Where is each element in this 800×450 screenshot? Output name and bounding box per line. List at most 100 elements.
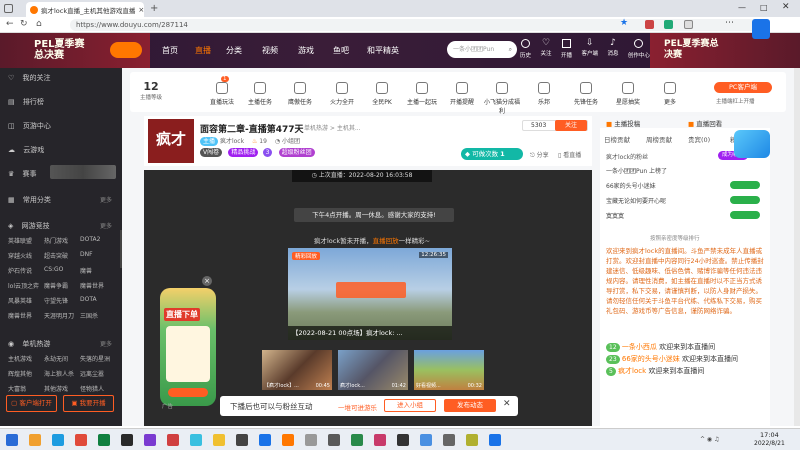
nav-pubg[interactable]: 和平精英 xyxy=(367,45,399,56)
chat-username[interactable]: 疯才lock xyxy=(618,367,646,375)
thumb-1[interactable]: 【疯才lock】... 00:45 xyxy=(262,350,332,390)
rank-item[interactable]: 宝藏无论如何要开心呢 xyxy=(606,196,766,211)
taskbar-app-icon[interactable] xyxy=(29,434,41,446)
search-icon[interactable]: ⌕ xyxy=(509,41,512,58)
taskbar-app-icon[interactable] xyxy=(282,434,294,446)
action-creator[interactable]: 创作中心 xyxy=(628,37,650,65)
favorite-star-icon[interactable]: ★ xyxy=(620,18,628,28)
net-9[interactable]: lol云顶之弈 xyxy=(8,281,44,290)
net-3[interactable]: 穿越火线 xyxy=(8,251,44,260)
streamer-avatar[interactable]: 疯才 xyxy=(148,119,194,163)
back-icon[interactable]: ← xyxy=(6,19,14,29)
browser-tab[interactable]: 疯才lock直播_主机其他游戏直播 × xyxy=(26,2,144,17)
tray-icons[interactable]: ^ ◉ ♫ xyxy=(700,436,719,443)
single-2[interactable]: 失落的星洲 xyxy=(80,354,116,363)
sidebar-item-rank[interactable]: ▤ 排行榜 xyxy=(8,97,44,107)
toolbar-item-1[interactable]: 主播任务 xyxy=(240,82,280,106)
tag-challenge[interactable]: 精品挑战 xyxy=(228,148,259,157)
nav-category[interactable]: 分类 xyxy=(226,45,242,56)
url-field[interactable]: https://www.douyu.com/287114 xyxy=(70,19,760,31)
single-more-link[interactable]: 更多 xyxy=(100,339,112,348)
tab-replay[interactable]: ■ 直播回看 xyxy=(688,118,722,128)
pc-client-button[interactable]: PC客户端 xyxy=(714,82,772,93)
net-13[interactable]: 守望先锋 xyxy=(44,296,80,305)
sidebar-item-follow[interactable]: ♡ 我的关注 xyxy=(8,73,51,83)
interaction-link[interactable]: 一堆可进游乐 xyxy=(338,402,377,412)
go-live-button[interactable]: ▣ 我要开播 xyxy=(63,395,114,412)
streamer-level[interactable]: 12 主播等级 xyxy=(140,80,162,101)
rank-item[interactable]: 66家的头号小迷妹 xyxy=(606,181,766,196)
net-4[interactable]: 超击突破 xyxy=(44,251,80,260)
extension-icon-2[interactable] xyxy=(664,20,673,29)
replay-card[interactable]: 精彩回放 12:26:35 【2022-08-21 00点场】疯才lock: .… xyxy=(288,248,452,340)
net-11[interactable]: 魔兽世界 xyxy=(80,281,116,290)
toolbar-item-2[interactable]: 鹰傲任务 xyxy=(280,82,320,106)
toolbar-item-5[interactable]: 主播一起玩 xyxy=(402,82,442,106)
join-group-button[interactable]: 进入小组 xyxy=(384,399,436,412)
toolbar-item-6[interactable]: 开播提醒 xyxy=(442,82,482,106)
new-tab-button[interactable]: + xyxy=(150,3,158,14)
action-client[interactable]: ⇩ 客户端 xyxy=(581,37,598,65)
taskbar-app-icon[interactable] xyxy=(190,434,202,446)
follow-widget[interactable]: 5303 关注 xyxy=(522,120,588,131)
qq-promo-icon[interactable] xyxy=(734,130,770,158)
video-player[interactable]: ◷ 上次直播：2022-08-20 16:03:58 下午4点开播。周一休息。感… xyxy=(144,170,592,426)
toolbar-item-0[interactable]: 直播玩法 xyxy=(202,82,242,106)
toolbar-item-7[interactable]: 小飞猫分成福利 xyxy=(482,82,522,115)
net-2[interactable]: DOTA2 xyxy=(80,236,116,245)
net-0[interactable]: 英雄联盟 xyxy=(8,236,44,245)
single-6[interactable]: 大富翁 xyxy=(8,384,44,393)
post-update-button[interactable]: 发布动态 xyxy=(444,399,496,412)
mobile-watch-link[interactable]: ▯ 看直播 xyxy=(558,150,581,159)
taskbar-app-icon[interactable] xyxy=(259,434,271,446)
net-12[interactable]: 风暴英雄 xyxy=(8,296,44,305)
nav-home[interactable]: 首页 xyxy=(162,45,178,56)
action-follow[interactable]: ♡ 关注 xyxy=(540,37,551,65)
toolbar-item-4[interactable]: 全民PK xyxy=(362,82,402,106)
nav-game[interactable]: 游戏 xyxy=(298,45,314,56)
tag-stars[interactable]: 3 xyxy=(262,148,273,157)
tab-daily[interactable]: 日榜贡献 xyxy=(604,134,630,144)
nav-yuba[interactable]: 鱼吧 xyxy=(333,45,349,56)
single-0[interactable]: 主机游戏 xyxy=(8,354,44,363)
home-icon[interactable]: ⌂ xyxy=(36,19,42,29)
common-more-link[interactable]: 更多 xyxy=(100,195,112,204)
extension-icon[interactable] xyxy=(645,20,654,29)
taskbar-app-icon[interactable] xyxy=(213,434,225,446)
tab-weekly[interactable]: 周榜贡献 xyxy=(646,134,672,144)
net-6[interactable]: 炉石传说 xyxy=(8,266,44,275)
tab-submissions[interactable]: ■ 主播投稿 xyxy=(606,118,640,128)
minimize-icon[interactable]: — xyxy=(738,3,746,12)
tag-vip[interactable]: V闯卷 xyxy=(200,148,223,157)
taskbar-app-icon[interactable] xyxy=(351,434,363,446)
taskbar-app-icon[interactable] xyxy=(443,434,455,446)
close-window-icon[interactable]: ✕ xyxy=(782,2,790,12)
chat-username[interactable]: 一条小西瓜 xyxy=(622,343,657,351)
action-broadcast[interactable]: 开播 xyxy=(561,37,572,65)
toolbar-item-11[interactable]: 更多 xyxy=(650,82,690,106)
toolbar-item-8[interactable]: 乐邦 xyxy=(524,82,564,106)
extension-icon-3[interactable] xyxy=(684,20,693,29)
client-open-button[interactable]: ▢ 客户端打开 xyxy=(6,395,57,412)
single-7[interactable]: 其他游戏 xyxy=(44,384,80,393)
thumb-3[interactable]: 好看视频... 00:32 xyxy=(414,350,484,390)
action-history[interactable]: 历史 xyxy=(520,37,531,65)
net-10[interactable]: 魔兽争霸 xyxy=(44,281,80,290)
taskbar-app-icon[interactable] xyxy=(420,434,432,446)
taskbar-app-icon[interactable] xyxy=(52,434,64,446)
sidebar-item-esports[interactable]: ♛ 赛事 xyxy=(8,169,37,179)
bar-close-icon[interactable]: ✕ xyxy=(503,399,511,409)
replay-link[interactable]: 直播回放 xyxy=(373,237,399,245)
nav-video[interactable]: 视频 xyxy=(262,45,278,56)
ad-cta-button[interactable] xyxy=(168,388,208,397)
sidebar-item-cloudgame[interactable]: ☁ 云游戏 xyxy=(8,145,44,155)
taskbar-app-icon[interactable] xyxy=(328,434,340,446)
net-8[interactable]: 魔兽 xyxy=(80,266,116,275)
single-3[interactable]: 辉煌其他 xyxy=(8,369,44,378)
more-menu-icon[interactable]: ⋯ xyxy=(725,18,734,28)
toolbar-item-9[interactable]: 先锋任务 xyxy=(566,82,606,106)
chat-username[interactable]: 66家的头号小迷妹 xyxy=(622,355,680,363)
taskbar-app-icon[interactable] xyxy=(167,434,179,446)
esports-thumbs[interactable] xyxy=(50,165,116,179)
maximize-icon[interactable]: □ xyxy=(760,3,768,12)
